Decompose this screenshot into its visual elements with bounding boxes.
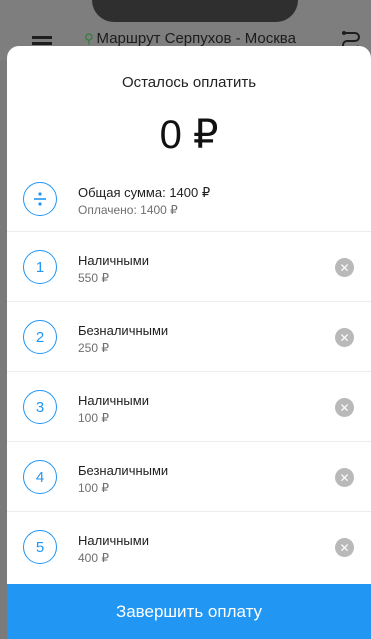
payment-row: 3 Наличными 100 ₽ ✕ xyxy=(7,372,371,442)
payment-row: 5 Наличными 400 ₽ ✕ xyxy=(7,512,371,582)
payment-row: 4 Безналичными 100 ₽ ✕ xyxy=(7,442,371,512)
payment-method: Наличными xyxy=(78,393,149,408)
remove-payment-icon[interactable]: ✕ xyxy=(335,258,354,277)
payment-row: 2 Безналичными 250 ₽ ✕ xyxy=(7,302,371,372)
payment-method: Наличными xyxy=(78,253,149,268)
payment-row: 1 Наличными 550 ₽ ✕ xyxy=(7,232,371,302)
remaining-amount: 0 ₽ xyxy=(159,113,219,157)
remove-payment-icon[interactable]: ✕ xyxy=(335,398,354,417)
remove-payment-icon[interactable]: ✕ xyxy=(335,538,354,557)
finish-payment-button[interactable]: Завершить оплату xyxy=(7,584,371,639)
remaining-label: Осталось оплатить xyxy=(121,74,257,91)
route-title: ⚲ Маршрут Серпухов - Москва xyxy=(84,30,296,47)
payment-number: 1 xyxy=(23,250,57,284)
payment-number: 3 xyxy=(23,390,57,424)
payment-amount: 400 ₽ xyxy=(78,551,109,565)
remove-payment-icon[interactable]: ✕ xyxy=(335,328,354,347)
paid-amount: Оплачено: 1400 ₽ xyxy=(78,203,178,217)
divide-icon[interactable] xyxy=(23,182,57,216)
total-amount: Общая сумма: 1400 ₽ xyxy=(78,185,211,200)
payment-method: Наличными xyxy=(78,533,149,548)
camera-notch xyxy=(92,0,298,22)
payment-amount: 100 ₽ xyxy=(78,411,109,425)
payment-method: Безналичными xyxy=(78,463,169,478)
summary-row: Общая сумма: 1400 ₽ Оплачено: 1400 ₽ xyxy=(7,168,371,232)
payment-number: 4 xyxy=(23,460,57,494)
payment-number: 5 xyxy=(23,530,57,564)
payment-amount: 550 ₽ xyxy=(78,271,109,285)
remove-payment-icon[interactable]: ✕ xyxy=(335,468,354,487)
payment-amount: 100 ₽ xyxy=(78,481,109,495)
payment-method: Безналичными xyxy=(78,323,169,338)
payment-amount: 250 ₽ xyxy=(78,341,109,355)
payment-sheet: Осталось оплатить 0 ₽ Общая сумма: 1400 … xyxy=(7,46,371,639)
payment-number: 2 xyxy=(23,320,57,354)
route-title-text: Маршрут Серпухов - Москва xyxy=(96,30,296,47)
location-pin-icon: ⚲ xyxy=(84,31,94,46)
